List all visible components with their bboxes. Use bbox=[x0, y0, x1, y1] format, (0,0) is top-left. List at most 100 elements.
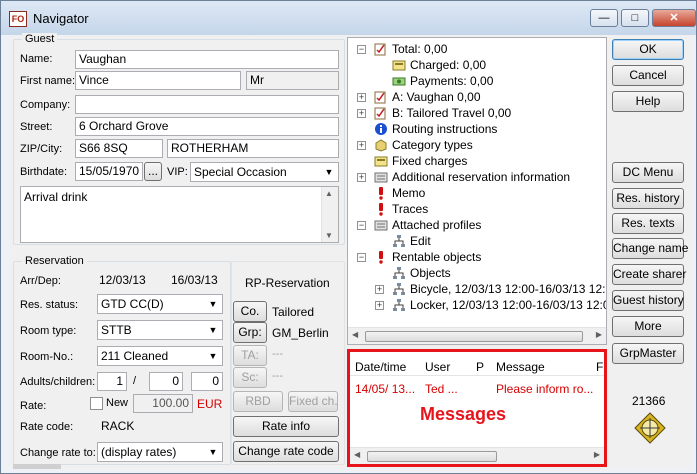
tree-expander-icon[interactable]: + bbox=[375, 285, 384, 294]
message-text[interactable]: Please inform ro... bbox=[496, 382, 593, 396]
res-status-select[interactable]: GTD CC(D) ▼ bbox=[97, 294, 223, 314]
col-message[interactable]: Message bbox=[496, 360, 545, 374]
col-user[interactable]: User bbox=[425, 360, 450, 374]
tree-scroll-thumb[interactable] bbox=[365, 331, 583, 342]
note-scrollbar[interactable]: ▲ ▼ bbox=[321, 187, 338, 242]
children-field-1[interactable]: 0 bbox=[149, 372, 183, 391]
scroll-up-icon[interactable]: ▲ bbox=[325, 189, 333, 198]
tree-node-label: Edit bbox=[410, 234, 431, 248]
tree-node[interactable]: Locker, 12/03/13 12:00-16/03/13 12:00 bbox=[392, 297, 606, 313]
guest-note-field[interactable]: Arrival drink ▲ ▼ bbox=[20, 186, 339, 243]
vip-select[interactable]: Special Occasion ▼ bbox=[190, 162, 339, 182]
tree-expander-icon[interactable]: − bbox=[357, 221, 366, 230]
title-bar[interactable]: FO Navigator — □ ✕ bbox=[1, 1, 696, 35]
new-rate-checkbox[interactable] bbox=[90, 397, 103, 410]
scroll-left-icon[interactable]: ◀ bbox=[354, 450, 360, 459]
room-no-select[interactable]: 211 Cleaned ▼ bbox=[97, 346, 223, 366]
messages-hscrollbar[interactable]: ◀ ▶ bbox=[350, 447, 604, 464]
children-field-2[interactable]: 0 bbox=[191, 372, 223, 391]
group-button[interactable]: Grp: bbox=[233, 322, 267, 343]
tree-expander-icon[interactable]: + bbox=[357, 141, 366, 150]
arrival-field[interactable]: 12/03/13 bbox=[95, 271, 159, 290]
change-rate-select[interactable]: (display rates) ▼ bbox=[97, 442, 223, 462]
tree-node[interactable]: Total: 0,00 bbox=[374, 41, 447, 57]
checklist-icon bbox=[374, 106, 388, 120]
scroll-left-icon[interactable]: ◀ bbox=[352, 330, 358, 339]
adults-field[interactable]: 1 bbox=[97, 372, 127, 391]
tree-node[interactable]: A: Vaughan 0,00 bbox=[374, 89, 481, 105]
maximize-button[interactable]: □ bbox=[621, 9, 649, 27]
col-priority[interactable]: P bbox=[476, 360, 484, 374]
res-texts-button[interactable]: Res. texts bbox=[612, 213, 684, 234]
tree-node[interactable]: Objects bbox=[392, 265, 451, 281]
message-user[interactable]: Ted ... bbox=[425, 382, 458, 396]
rate-field[interactable]: 100.00 bbox=[133, 394, 193, 413]
vip-value: Special Occasion bbox=[194, 165, 287, 179]
tree-node[interactable]: Routing instructions bbox=[374, 121, 497, 137]
change-rate-code-button[interactable]: Change rate code bbox=[233, 441, 339, 462]
tree-node[interactable]: Additional reservation information bbox=[374, 169, 570, 185]
col-f[interactable]: F bbox=[596, 360, 603, 374]
city-field[interactable]: ROTHERHAM bbox=[167, 139, 339, 158]
ok-button[interactable]: OK bbox=[612, 39, 684, 60]
street-field[interactable]: 6 Orchard Grove bbox=[75, 117, 339, 136]
departure-field[interactable]: 16/03/13 bbox=[167, 271, 225, 290]
firstname-field[interactable]: Vince bbox=[75, 71, 241, 90]
tree-node[interactable]: Charged: 0,00 bbox=[392, 57, 486, 73]
grp-master-button[interactable]: GrpMaster bbox=[612, 343, 684, 364]
tree-expander-icon[interactable]: + bbox=[357, 109, 366, 118]
tree-node[interactable]: Rentable objects bbox=[374, 249, 481, 265]
tree-expander-icon[interactable]: − bbox=[357, 45, 366, 54]
company-button[interactable]: Co. bbox=[233, 301, 267, 322]
res-history-button[interactable]: Res. history bbox=[612, 188, 684, 209]
tree-node[interactable]: Attached profiles bbox=[374, 217, 481, 233]
company-field[interactable] bbox=[75, 95, 339, 114]
reservation-tree[interactable]: − Total: 0,00 Charged: 0,00 Payments: 0,00 +… bbox=[347, 37, 607, 345]
guest-history-button[interactable]: Guest history bbox=[612, 290, 684, 311]
minimize-button[interactable]: — bbox=[590, 9, 618, 27]
room-type-select[interactable]: STTB ▼ bbox=[97, 320, 223, 340]
name-field[interactable]: Vaughan bbox=[75, 50, 339, 69]
tree-expander-icon[interactable]: + bbox=[357, 173, 366, 182]
salutation-field[interactable]: Mr bbox=[246, 71, 339, 90]
cancel-button[interactable]: Cancel bbox=[612, 65, 684, 86]
tree-node[interactable]: Memo bbox=[374, 185, 425, 201]
source-button[interactable]: Sc: bbox=[233, 367, 267, 388]
notes-icon bbox=[374, 218, 388, 232]
tree-node-label: Attached profiles bbox=[392, 218, 482, 232]
birthdate-field[interactable]: 15/05/1970 bbox=[75, 162, 143, 181]
messages-scroll-thumb[interactable] bbox=[367, 451, 497, 462]
tree-expander-icon[interactable]: − bbox=[357, 253, 366, 262]
scroll-right-icon[interactable]: ▶ bbox=[594, 450, 600, 459]
birthdate-picker-button[interactable]: ... bbox=[144, 162, 162, 181]
change-name-button[interactable]: Change name bbox=[612, 238, 688, 259]
close-button[interactable]: ✕ bbox=[652, 9, 696, 27]
currency-label: EUR bbox=[197, 397, 223, 411]
tree-node[interactable]: Payments: 0,00 bbox=[392, 73, 493, 89]
tree-node[interactable]: Edit bbox=[392, 233, 431, 249]
scroll-right-icon[interactable]: ▶ bbox=[596, 330, 602, 339]
tree-node-label: Routing instructions bbox=[392, 122, 498, 136]
fixed-charges-button[interactable]: Fixed ch. bbox=[288, 391, 338, 412]
scroll-down-icon[interactable]: ▼ bbox=[325, 231, 333, 240]
tree-expander-icon[interactable]: + bbox=[357, 93, 366, 102]
tree-node[interactable]: B: Tailored Travel 0,00 bbox=[374, 105, 511, 121]
create-sharer-button[interactable]: Create sharer bbox=[612, 264, 686, 285]
tree-node[interactable]: Category types bbox=[374, 137, 473, 153]
col-datetime[interactable]: Date/time bbox=[355, 360, 406, 374]
rate-info-button[interactable]: Rate info bbox=[233, 416, 339, 437]
zip-field[interactable]: S66 8SQ bbox=[75, 139, 163, 158]
tree-hscrollbar[interactable]: ◀ ▶ bbox=[348, 327, 606, 344]
tree-node[interactable]: Traces bbox=[374, 201, 428, 217]
travel-agent-button[interactable]: TA: bbox=[233, 345, 267, 366]
tree-node[interactable]: Fixed charges bbox=[374, 153, 467, 169]
tree-expander-icon[interactable]: + bbox=[375, 301, 384, 310]
more-button[interactable]: More bbox=[612, 316, 684, 337]
messages-panel[interactable]: Date/time User P Message F 14/05/ 13... … bbox=[347, 349, 607, 467]
dc-menu-button[interactable]: DC Menu bbox=[612, 162, 684, 183]
rate-code-field[interactable]: RACK bbox=[97, 417, 223, 436]
tree-node[interactable]: Bicycle, 12/03/13 12:00-16/03/13 12:00 bbox=[392, 281, 606, 297]
rbd-button[interactable]: RBD bbox=[233, 391, 283, 412]
message-datetime[interactable]: 14/05/ 13... bbox=[355, 382, 415, 396]
help-button[interactable]: Help bbox=[612, 91, 684, 112]
